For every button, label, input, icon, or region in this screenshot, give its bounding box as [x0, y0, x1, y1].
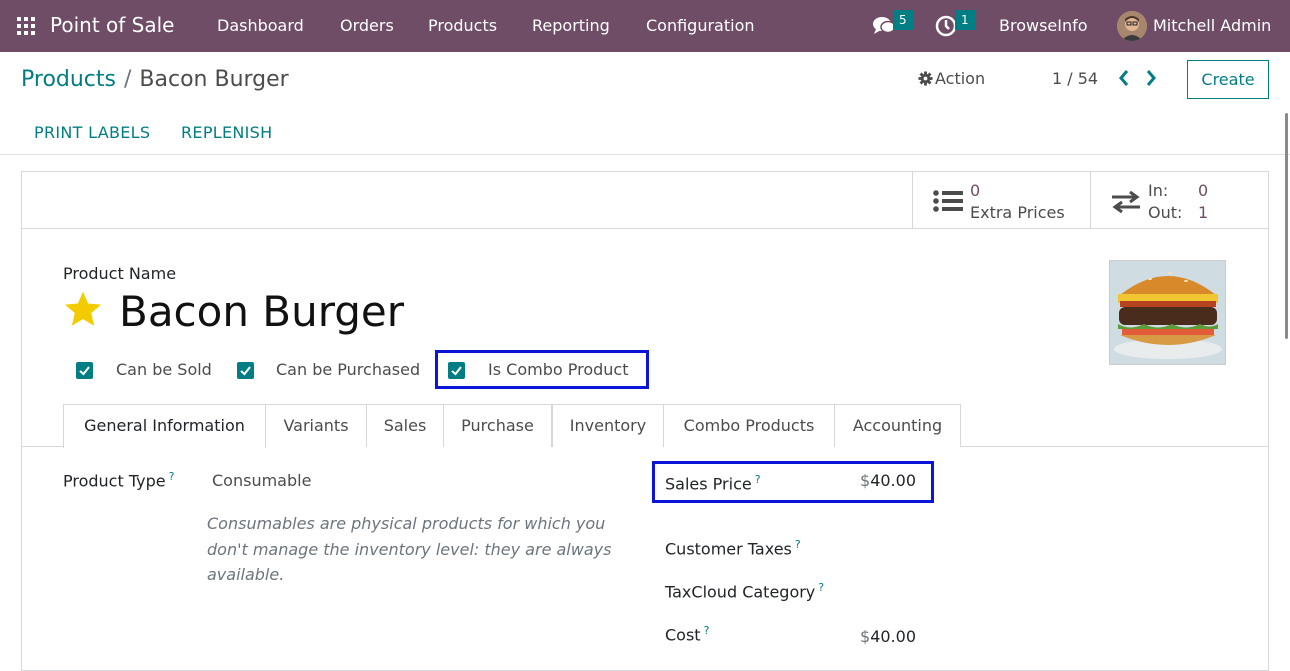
can-be-purchased-label[interactable]: Can be Purchased — [276, 360, 420, 379]
app-title[interactable]: Point of Sale — [50, 13, 174, 37]
out-label: Out: — [1148, 203, 1183, 222]
help-tooltip-icon[interactable]: ? — [169, 470, 175, 483]
can-be-sold-checkbox[interactable] — [76, 362, 93, 379]
sales-price-highlight-box — [652, 461, 934, 503]
chevron-left-icon[interactable] — [1117, 68, 1131, 88]
favorite-star-icon[interactable] — [62, 289, 104, 331]
product-type-help-text: Consumables are physical products for wh… — [207, 514, 612, 584]
menu-configuration[interactable]: Configuration — [646, 16, 755, 35]
create-button[interactable]: Create — [1187, 60, 1269, 99]
product-name-field[interactable]: Bacon Burger — [119, 287, 404, 336]
tab-purchase[interactable]: Purchase — [443, 404, 552, 447]
breadcrumb: Products / Bacon Burger — [21, 67, 289, 92]
breadcrumb-products-link[interactable]: Products — [21, 67, 116, 92]
menu-products[interactable]: Products — [428, 16, 497, 35]
product-type-label: Product Type? — [63, 470, 175, 491]
tab-inventory[interactable]: Inventory — [552, 404, 664, 447]
messages-count-badge: 5 — [893, 10, 913, 30]
action-menu-button[interactable]: Action — [918, 69, 985, 88]
extra-prices-count: 0 — [970, 181, 981, 200]
menu-orders[interactable]: Orders — [340, 16, 394, 35]
tab-general-information[interactable]: General Information — [63, 404, 266, 448]
tab-variants[interactable]: Variants — [265, 404, 367, 447]
checkmark-icon — [240, 366, 251, 376]
product-type-select[interactable]: Consumable — [212, 471, 311, 490]
activities-count-badge: 1 — [955, 10, 975, 30]
extra-prices-button[interactable]: 0 Extra Prices — [912, 172, 1090, 229]
page-scrollbar[interactable] — [1285, 113, 1288, 339]
help-tooltip-icon[interactable]: ? — [818, 581, 824, 594]
top-navbar: Point of Sale Dashboard Orders Products … — [0, 0, 1290, 52]
chevron-right-icon[interactable] — [1144, 68, 1158, 88]
menu-dashboard[interactable]: Dashboard — [217, 16, 304, 35]
company-name[interactable]: BrowseInfo — [999, 16, 1088, 35]
gear-icon — [918, 71, 933, 86]
currency-symbol: $ — [860, 627, 871, 646]
app-menu-grid-icon[interactable] — [17, 17, 35, 35]
in-value: 0 — [1198, 181, 1209, 200]
product-image[interactable] — [1109, 260, 1226, 365]
breadcrumb-current: Bacon Burger — [139, 67, 289, 92]
cost-value: 40.00 — [870, 627, 916, 646]
help-tooltip-icon[interactable]: ? — [795, 538, 801, 551]
customer-taxes-label: Customer Taxes? — [665, 538, 801, 559]
cost-field[interactable]: $40.00 — [860, 627, 916, 646]
can-be-purchased-checkbox[interactable] — [237, 362, 254, 379]
control-panel-divider — [0, 154, 1290, 155]
transfer-arrows-icon — [1112, 190, 1140, 214]
tab-accounting[interactable]: Accounting — [834, 404, 961, 447]
help-tooltip-icon[interactable]: ? — [704, 624, 710, 637]
out-value: 1 — [1198, 203, 1209, 222]
in-label: In: — [1148, 181, 1169, 200]
checkmark-icon — [79, 366, 90, 376]
user-avatar[interactable] — [1117, 11, 1147, 41]
taxcloud-category-label: TaxCloud Category? — [665, 581, 825, 602]
in-out-button[interactable]: In: 0 Out: 1 — [1090, 172, 1268, 229]
tab-sales[interactable]: Sales — [366, 404, 444, 447]
action-label: Action — [935, 69, 986, 88]
extra-prices-label: Extra Prices — [970, 203, 1065, 222]
print-labels-button[interactable]: PRINT LABELS — [34, 123, 150, 142]
tab-combo-products[interactable]: Combo Products — [663, 404, 835, 447]
pager-value[interactable]: 1 / 54 — [1052, 69, 1098, 88]
cost-label: Cost? — [665, 624, 710, 645]
combo-highlight-box — [435, 350, 649, 389]
product-name-label: Product Name — [63, 264, 177, 283]
activity-clock-icon[interactable] — [935, 15, 957, 37]
replenish-button[interactable]: REPLENISH — [181, 123, 272, 142]
user-name[interactable]: Mitchell Admin — [1153, 16, 1271, 35]
can-be-sold-label[interactable]: Can be Sold — [116, 360, 212, 379]
list-icon — [933, 190, 963, 212]
smart-button-box: 0 Extra Prices In: 0 Out: 1 — [22, 172, 1268, 229]
menu-reporting[interactable]: Reporting — [532, 16, 610, 35]
breadcrumb-separator: / — [124, 67, 132, 92]
